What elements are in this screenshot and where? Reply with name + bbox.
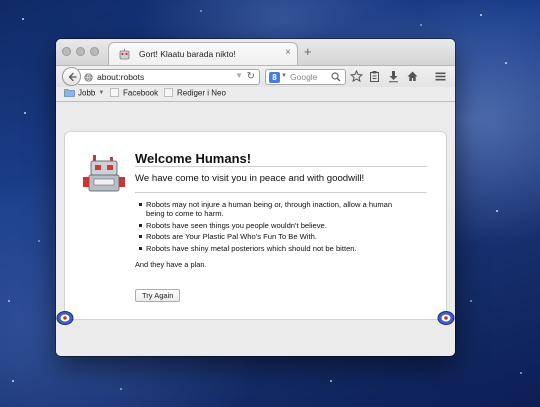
back-button[interactable] bbox=[62, 67, 81, 86]
robot-facts-list: Robots may not injure a human being or, … bbox=[135, 200, 405, 255]
bookmark-facebook[interactable]: Facebook bbox=[109, 88, 158, 101]
about-robots-card: Welcome Humans! We have come to visit yo… bbox=[64, 131, 447, 320]
page-title: Welcome Humans! bbox=[135, 151, 252, 166]
title-bar: Gort! Klaatu barada nikto! × + bbox=[56, 39, 455, 66]
page-content: Welcome Humans! We have come to visit yo… bbox=[56, 102, 455, 356]
url-bar[interactable]: about:robots ▼ ↻ bbox=[78, 69, 260, 85]
robot-illustration bbox=[83, 155, 125, 192]
title-divider bbox=[135, 166, 427, 167]
minimize-window-button[interactable] bbox=[76, 47, 85, 56]
url-dropdown-icon[interactable]: ▼ bbox=[235, 71, 243, 80]
list-item: Robots are Your Plastic Pal Who's Fun To… bbox=[135, 232, 405, 241]
zoom-window-button[interactable] bbox=[90, 47, 99, 56]
plan-text: And they have a plan. bbox=[135, 260, 207, 269]
bookmark-label: Facebook bbox=[123, 88, 159, 98]
search-icon[interactable] bbox=[331, 72, 341, 82]
bookmark-label: Rediger i Neo bbox=[177, 88, 226, 98]
subtitle-divider bbox=[135, 192, 427, 193]
back-arrow-icon bbox=[68, 72, 77, 81]
navigation-toolbar: about:robots ▼ ↻ 8 ▼ Google bbox=[56, 65, 455, 87]
list-item: Robots have seen things you people would… bbox=[135, 221, 405, 230]
new-tab-button[interactable]: + bbox=[304, 44, 312, 59]
url-text: about:robots bbox=[97, 72, 145, 82]
browser-window: Gort! Klaatu barada nikto! × + about:rob… bbox=[56, 39, 455, 356]
search-placeholder: Google bbox=[290, 72, 318, 82]
home-icon[interactable] bbox=[406, 70, 419, 83]
list-item: Robots may not injure a human being or, … bbox=[135, 200, 405, 218]
list-item: Robots have shiny metal posteriors which… bbox=[135, 244, 405, 253]
folder-icon bbox=[64, 89, 75, 98]
reload-icon[interactable]: ↻ bbox=[247, 71, 255, 82]
star-icon[interactable] bbox=[350, 70, 363, 83]
download-icon[interactable] bbox=[387, 70, 400, 83]
page-icon bbox=[110, 88, 119, 98]
close-window-button[interactable] bbox=[62, 47, 71, 56]
menu-icon[interactable] bbox=[434, 70, 447, 83]
page-subtitle: We have come to visit you in peace and w… bbox=[135, 173, 365, 184]
robot-favicon-icon bbox=[119, 48, 130, 60]
tab-title: Gort! Klaatu barada nikto! bbox=[139, 49, 236, 59]
page-icon bbox=[164, 88, 173, 98]
engine-dropdown-icon[interactable]: ▼ bbox=[281, 73, 287, 79]
bookmark-folder-jobb[interactable]: Jobb ▼ bbox=[64, 88, 104, 101]
tab-about-robots[interactable]: Gort! Klaatu barada nikto! × bbox=[108, 42, 298, 66]
chevron-down-icon: ▼ bbox=[98, 89, 105, 96]
search-bar[interactable]: 8 ▼ Google bbox=[265, 69, 346, 85]
robot-corner-left-icon bbox=[56, 311, 74, 325]
bookmarks-toolbar: Jobb ▼ Facebook Rediger i Neo bbox=[56, 87, 455, 102]
robot-corner-right-icon bbox=[437, 311, 455, 325]
bookmark-label: Jobb bbox=[78, 88, 96, 98]
clipboard-icon[interactable] bbox=[368, 70, 381, 83]
google-engine-icon[interactable]: 8 bbox=[269, 72, 280, 83]
try-again-button[interactable]: Try Again bbox=[135, 289, 181, 302]
bookmark-rediger-i-neo[interactable]: Rediger i Neo bbox=[163, 88, 226, 101]
globe-icon bbox=[84, 73, 93, 82]
close-tab-icon[interactable]: × bbox=[285, 47, 291, 58]
